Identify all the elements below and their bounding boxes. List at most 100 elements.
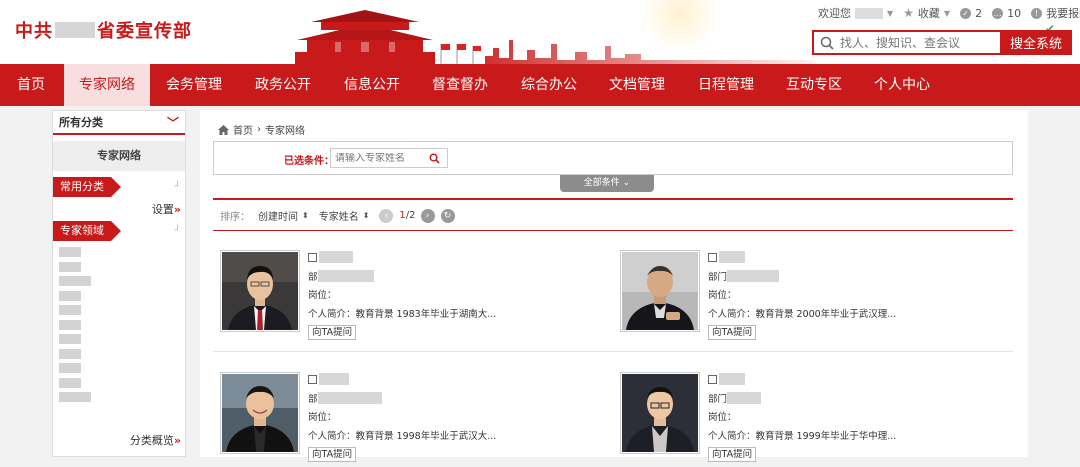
- search-icon[interactable]: [429, 153, 440, 164]
- redacted-name: [319, 251, 353, 263]
- settings-label: 设置: [151, 203, 174, 216]
- sort-label: 排序：: [220, 212, 250, 223]
- expert-bio: 个人简介：教育背景 1998年毕业于武汉大...: [308, 430, 497, 442]
- nav-item-home[interactable]: 首页: [4, 64, 58, 106]
- refresh-icon[interactable]: ↻: [440, 208, 455, 223]
- ask-expert-button[interactable]: 向TA提问: [708, 325, 757, 340]
- expert-card: 部 岗位： 个人简介：教育背景 1998年毕业于武汉大... 向TA提问: [220, 372, 600, 467]
- favorites-link[interactable]: 收藏: [918, 5, 940, 21]
- home-icon[interactable]: [218, 124, 229, 135]
- category-select[interactable]: 所有分类 ﹀: [53, 111, 185, 135]
- breadcrumb: 首页 › 专家网络: [218, 122, 305, 137]
- expert-name-input[interactable]: [331, 152, 427, 164]
- chevron-down-icon[interactable]: ▼: [887, 9, 893, 18]
- select-checkbox[interactable]: [708, 375, 717, 384]
- category-overview-link[interactable]: 分类概览»: [130, 432, 181, 448]
- list-item[interactable]: [59, 363, 185, 378]
- report-link[interactable]: 我要报障: [1046, 5, 1080, 21]
- list-item[interactable]: [59, 319, 185, 335]
- list-item[interactable]: [59, 392, 185, 407]
- nav-item-personal-center[interactable]: 个人中心: [868, 64, 936, 106]
- sidebar-title: 专家网络: [53, 141, 185, 171]
- divider: [213, 230, 1013, 231]
- category-overview-label: 分类概览: [129, 434, 174, 447]
- approval-count[interactable]: 2: [975, 7, 982, 20]
- select-checkbox[interactable]: [708, 253, 717, 262]
- sort-arrows-icon[interactable]: ⬍: [302, 211, 309, 220]
- list-item[interactable]: [59, 290, 185, 306]
- star-icon[interactable]: ★: [903, 6, 914, 20]
- search-all-button[interactable]: 搜全系统: [1000, 30, 1072, 55]
- redacted-name: [319, 373, 349, 385]
- list-item[interactable]: [59, 377, 185, 393]
- sort-by-time[interactable]: 创建时间: [258, 208, 298, 223]
- divider: [213, 198, 1013, 200]
- expert-info: 部门 岗位： 个人简介：教育背景 1999年毕业于华中理... 向TA提问: [708, 372, 896, 465]
- nav-item-meeting[interactable]: 会务管理: [160, 64, 228, 106]
- select-checkbox[interactable]: [308, 375, 317, 384]
- nav-item-schedule[interactable]: 日程管理: [692, 64, 760, 106]
- next-page-icon[interactable]: ›: [420, 208, 435, 223]
- ask-expert-button[interactable]: 向TA提问: [708, 447, 757, 462]
- chevron-down-icon: ⌄: [622, 178, 631, 188]
- sort-by-name[interactable]: 专家姓名: [319, 208, 359, 223]
- list-item[interactable]: [59, 261, 185, 277]
- list-item[interactable]: [59, 348, 185, 364]
- redacted-department: [727, 269, 780, 282]
- nav-item-expert-network[interactable]: 专家网络: [64, 64, 150, 106]
- breadcrumb-current: 专家网络: [265, 126, 305, 137]
- page-indicator: 1/2: [399, 210, 415, 221]
- double-arrow-icon: »: [173, 203, 181, 216]
- expert-card: 部 岗位： 个人简介：教育背景 1983年毕业于湖南大... 向TA提问: [220, 250, 600, 345]
- select-checkbox[interactable]: [308, 253, 317, 262]
- approval-icon[interactable]: ✓: [960, 7, 972, 19]
- nav-item-information[interactable]: 信息公开: [338, 64, 406, 106]
- list-item[interactable]: [59, 247, 185, 262]
- global-search: [812, 30, 1000, 55]
- expert-photo[interactable]: [220, 250, 300, 332]
- chevron-down-icon[interactable]: ▼: [944, 9, 950, 18]
- redacted-username: [855, 7, 883, 19]
- page-header: 中共 省委宣传部 欢迎您 ▼ ★ 收藏 ▼ ✓ 2 … 10 ! 我要报 ✔ 找…: [0, 0, 1080, 64]
- ask-expert-button[interactable]: 向TA提问: [308, 447, 357, 462]
- message-icon[interactable]: …: [992, 7, 1004, 19]
- expert-info: 部门 岗位： 个人简介：教育背景 2000年毕业于武汉理... 向TA提问: [708, 250, 896, 343]
- category-sidebar: 所有分类 ﹀ 专家网络 常用分类 ┘ 设置» 专家领域 ┘ 分类概览»: [52, 110, 186, 457]
- nav-item-interaction[interactable]: 互动专区: [780, 64, 848, 106]
- report-icon[interactable]: !: [1031, 7, 1043, 19]
- settings-link[interactable]: 设置»: [53, 197, 185, 221]
- list-item[interactable]: [59, 334, 185, 349]
- list-item[interactable]: [59, 276, 185, 291]
- department-label: 部: [308, 393, 318, 405]
- nav-item-government-affairs[interactable]: 政务公开: [249, 64, 317, 106]
- list-item[interactable]: [59, 305, 185, 320]
- redacted-name: [719, 251, 745, 263]
- nav-item-office[interactable]: 综合办公: [515, 64, 583, 106]
- all-conditions-toggle[interactable]: 全部条件 ⌄: [560, 175, 654, 192]
- redacted-department: [317, 269, 374, 282]
- message-count[interactable]: 10: [1007, 7, 1021, 20]
- redacted-department: [727, 391, 762, 404]
- collapse-icon[interactable]: ┘: [175, 182, 180, 192]
- expert-photo[interactable]: [620, 250, 700, 332]
- collapse-icon[interactable]: ┘: [175, 226, 180, 236]
- welcome-text: 欢迎您: [818, 7, 851, 20]
- logo-suffix: 省委宣传部: [97, 21, 192, 42]
- department-label: 部: [308, 271, 318, 283]
- nav-item-documents[interactable]: 文档管理: [603, 64, 671, 106]
- ask-expert-button[interactable]: 向TA提问: [308, 325, 357, 340]
- logo-prefix: 中共: [15, 21, 53, 42]
- sort-arrows-icon[interactable]: ⬍: [363, 211, 370, 220]
- expert-bio: 个人简介：教育背景 1999年毕业于华中理...: [708, 430, 897, 442]
- site-logo[interactable]: 中共 省委宣传部: [15, 17, 192, 43]
- expert-info: 部 岗位： 个人简介：教育背景 1983年毕业于湖南大... 向TA提问: [308, 250, 496, 343]
- breadcrumb-home[interactable]: 首页: [233, 122, 253, 137]
- global-search-input[interactable]: [840, 35, 990, 50]
- redacted-province: [55, 22, 95, 38]
- prev-page-icon[interactable]: ‹: [379, 208, 394, 223]
- expert-field-list: [53, 241, 185, 407]
- department-label: 部门: [708, 271, 728, 283]
- expert-photo[interactable]: [620, 372, 700, 454]
- expert-photo[interactable]: [220, 372, 300, 454]
- nav-item-supervision[interactable]: 督查督办: [426, 64, 494, 106]
